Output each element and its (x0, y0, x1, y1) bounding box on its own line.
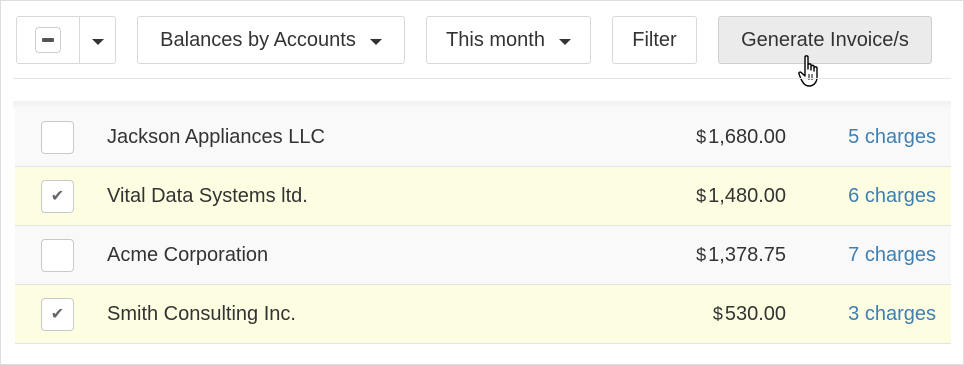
balances-by-dropdown[interactable]: Balances by Accounts (137, 16, 405, 64)
filter-label: Filter (632, 28, 677, 51)
caret-down-icon (91, 38, 104, 45)
charges-link[interactable]: 7 charges (848, 226, 936, 284)
account-balance: $530.00 (713, 285, 786, 343)
currency-symbol: $ (696, 127, 707, 147)
generate-invoices-label: Generate Invoice/s (741, 28, 909, 51)
account-name: Acme Corporation (107, 244, 269, 266)
charges-link[interactable]: 6 charges (848, 167, 936, 225)
account-row[interactable]: Jackson Appliances LLC $1,680.00 5 charg… (15, 108, 951, 167)
row-checkbox[interactable]: ✔ (41, 180, 74, 213)
row-checkbox[interactable]: ✔ (41, 298, 74, 331)
account-balance: $1,480.00 (696, 167, 786, 225)
row-checkbox[interactable] (41, 121, 74, 154)
row-checkbox[interactable] (41, 239, 74, 272)
select-all-dropdown[interactable] (16, 16, 116, 64)
account-name: Vital Data Systems ltd. (107, 185, 308, 207)
generate-invoices-button[interactable]: Generate Invoice/s (718, 16, 932, 64)
account-name: Jackson Appliances LLC (107, 126, 325, 148)
toolbar-divider (13, 78, 951, 79)
currency-symbol: $ (696, 245, 707, 265)
select-menu-toggle[interactable] (80, 17, 115, 63)
indeterminate-checkbox-icon (42, 38, 54, 42)
currency-symbol: $ (696, 186, 707, 206)
balance-value: 1,680.00 (708, 126, 786, 148)
caret-down-icon (558, 38, 571, 45)
hand-pointer-icon (798, 55, 818, 87)
charges-link[interactable]: 3 charges (848, 285, 936, 343)
select-all-checkbox[interactable] (35, 27, 61, 53)
caret-down-icon (369, 38, 382, 45)
balance-value: 1,480.00 (708, 185, 786, 207)
check-mark-icon: ✔ (50, 187, 65, 205)
balances-by-label: Balances by Accounts (160, 28, 356, 51)
balance-value: 530.00 (724, 303, 786, 325)
balance-value: 1,378.75 (708, 244, 786, 266)
invoice-panel: Balances by Accounts This month Filter G… (0, 0, 964, 365)
check-mark-icon: ✔ (50, 305, 65, 323)
select-all-toggle[interactable] (17, 17, 80, 63)
filter-button[interactable]: Filter (612, 16, 697, 64)
date-range-label: This month (446, 28, 545, 51)
account-balance: $1,680.00 (696, 108, 786, 166)
account-name: Smith Consulting Inc. (107, 303, 296, 325)
account-row[interactable]: ✔ Smith Consulting Inc. $530.00 3 charge… (15, 285, 951, 344)
account-balance: $1,378.75 (696, 226, 786, 284)
account-row[interactable]: ✔ Vital Data Systems ltd. $1,480.00 6 ch… (15, 167, 951, 226)
currency-symbol: $ (712, 304, 723, 324)
charges-link[interactable]: 5 charges (848, 108, 936, 166)
date-range-dropdown[interactable]: This month (426, 16, 591, 64)
account-row[interactable]: Acme Corporation $1,378.75 7 charges (15, 226, 951, 285)
